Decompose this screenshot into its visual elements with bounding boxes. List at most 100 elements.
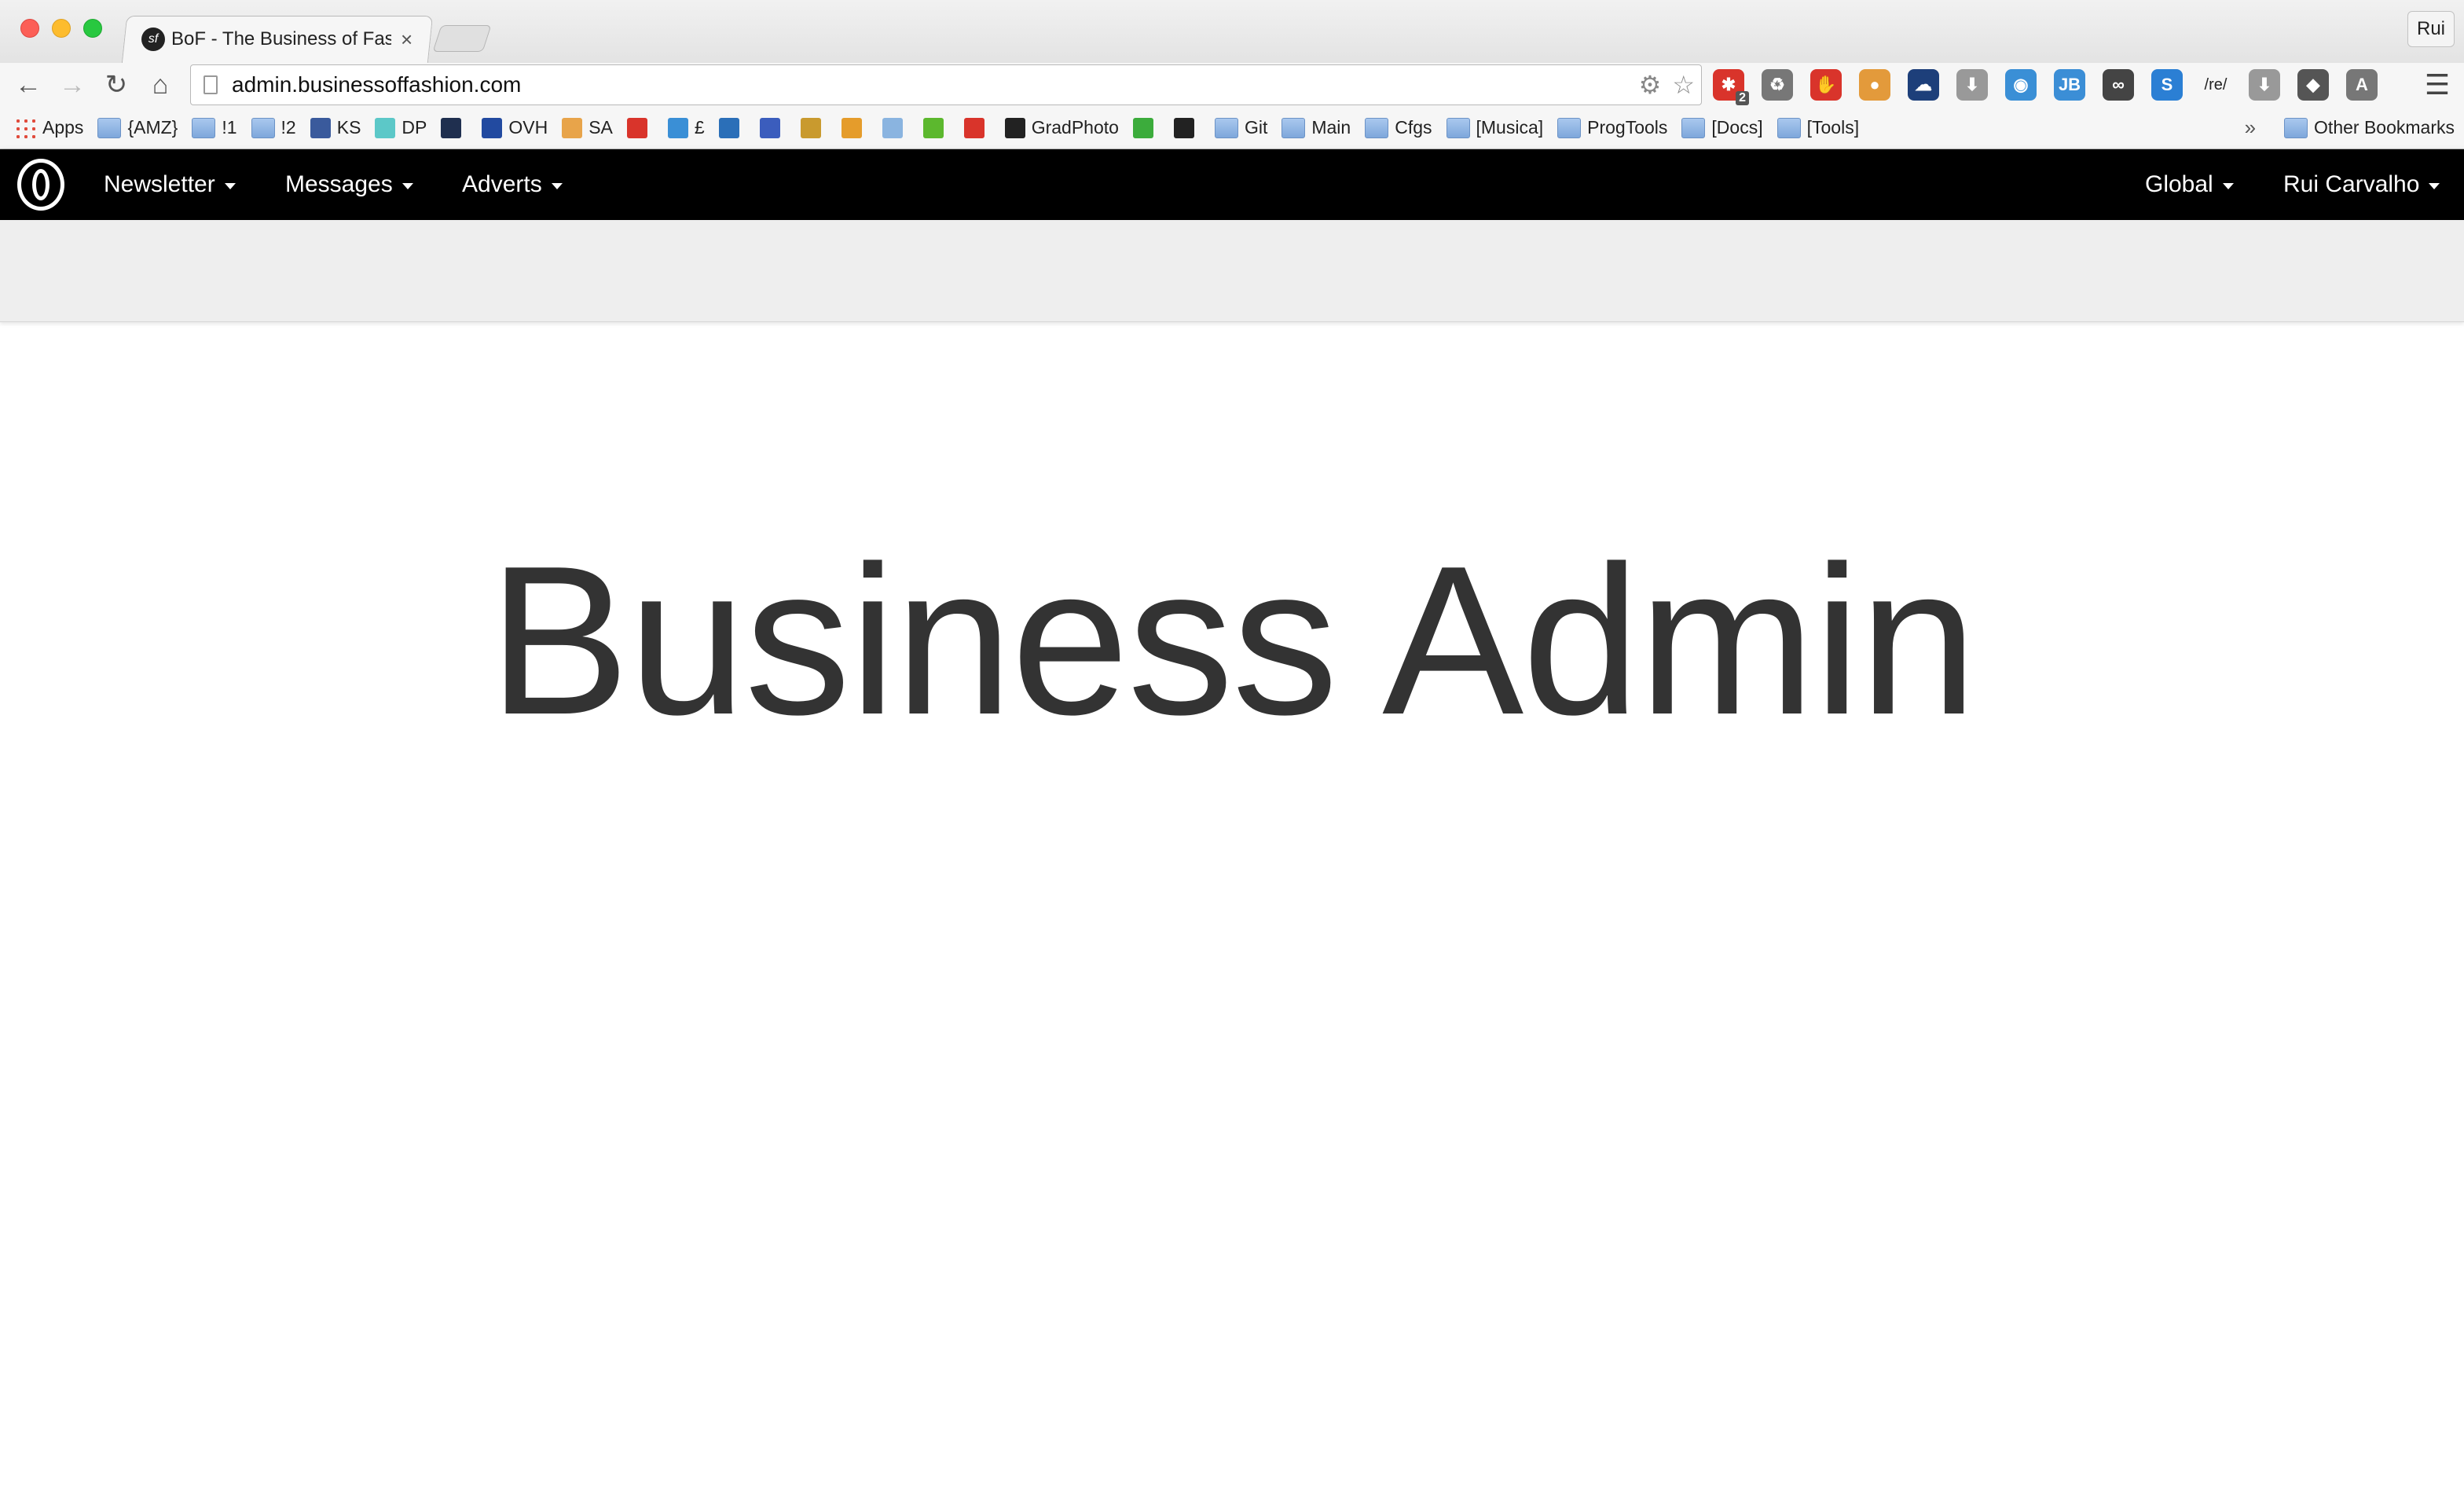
site-favicon-icon [482, 117, 503, 138]
other-bookmarks-folder[interactable]: Other Bookmarks [2284, 117, 2455, 138]
browser-tab-content[interactable]: sf BoF - The Business of Fashion × [135, 16, 426, 63]
folder-icon [1282, 117, 1306, 138]
gear-icon[interactable]: ⚙ [1639, 70, 1662, 100]
bookmark-label: DP [402, 117, 427, 138]
bookmark-site-14[interactable] [841, 117, 868, 138]
site-favicon-icon [562, 117, 583, 138]
folder-icon [192, 117, 216, 138]
bookmark-site-16[interactable] [922, 117, 950, 138]
bookmark-2[interactable]: !2 [251, 117, 296, 138]
cookie-extension-icon[interactable]: ● [1859, 69, 1890, 101]
bookmark-site-11[interactable] [718, 117, 746, 138]
cloud-extension-icon[interactable]: ☁ [1908, 69, 1939, 101]
mask-extension-icon[interactable]: ∞ [2103, 69, 2134, 101]
bookmark-label: GradPhoto [1031, 117, 1119, 138]
bookmark-sa[interactable]: SA [562, 117, 613, 138]
bookmark-label: SA [588, 117, 613, 138]
recycle-extension-icon[interactable]: ♻ [1762, 69, 1793, 101]
nav-global-dropdown[interactable]: Global [2145, 149, 2234, 220]
site-favicon-icon [667, 117, 688, 138]
extension-badge: 2 [1736, 91, 1749, 105]
jb-extension-icon[interactable]: JB [2054, 69, 2085, 101]
regex-extension-icon[interactable]: /re/ [2200, 69, 2231, 101]
new-tab-button[interactable] [432, 25, 492, 52]
nav-messages-dropdown[interactable]: Messages [285, 149, 413, 220]
bookmark-progtools[interactable]: ProgTools [1557, 117, 1667, 138]
bookmark-apps[interactable]: Apps [14, 116, 84, 139]
bookmark-cfgs[interactable]: Cfgs [1365, 117, 1432, 138]
home-icon[interactable]: ⌂ [141, 66, 179, 104]
lastpass-extension-icon[interactable]: ✱ 2 [1713, 69, 1749, 105]
bookmark-main[interactable]: Main [1282, 117, 1351, 138]
bookmark-site-6[interactable] [441, 117, 468, 138]
angular-extension-icon[interactable]: A [2346, 69, 2378, 101]
bookmark-amz[interactable]: {AMZ} [97, 117, 178, 138]
bookmark-git[interactable]: Git [1214, 117, 1267, 138]
bookmark-dp[interactable]: DP [375, 117, 427, 138]
nav-newsletter-dropdown[interactable]: Newsletter [104, 149, 236, 220]
address-bar[interactable]: admin.businessoffashion.com ⚙ ☆ [190, 64, 1702, 105]
profile-button[interactable]: Rui [2407, 11, 2455, 47]
url-text[interactable]: admin.businessoffashion.com [232, 72, 521, 97]
bookmarks-overflow-icon[interactable]: » [2245, 116, 2256, 140]
forward-arrow-icon[interactable]: → [53, 66, 91, 104]
bookmark-label: Cfgs [1395, 117, 1432, 138]
bookmark-site-13[interactable] [800, 117, 827, 138]
folder-icon [1681, 117, 1706, 138]
star-icon[interactable]: ☆ [1672, 70, 1695, 100]
bookmark-docs[interactable]: [Docs] [1681, 117, 1763, 138]
nav-adverts-label: Adverts [462, 171, 542, 197]
bookmarks-bar: Apps {AMZ} !1 !2 KS DP OVH SA £ GradPhoto Git Main C… [0, 107, 2464, 149]
bookmark-site-19[interactable] [1132, 117, 1160, 138]
tab-title: BoF - The Business of Fashion [171, 28, 391, 50]
tab-close-icon[interactable]: × [401, 28, 412, 52]
hamburger-menu-icon[interactable]: ☰ [2418, 66, 2456, 104]
pocket-extension-icon[interactable]: ◆ [2297, 69, 2329, 101]
site-favicon-icon [759, 117, 780, 138]
nav-user-label: Rui Carvalho [2283, 171, 2420, 197]
bookmark-gradphoto[interactable]: GradPhoto [1004, 117, 1119, 138]
bookmark-musica[interactable]: [Musica] [1446, 117, 1544, 138]
bookmark-label: !1 [222, 117, 237, 138]
site-favicon-icon [718, 117, 739, 138]
bookmark-site-17[interactable] [963, 117, 991, 138]
bookmark-site-15[interactable] [882, 117, 909, 138]
nav-user-dropdown[interactable]: Rui Carvalho [2283, 149, 2440, 220]
browser-chrome: sf BoF - The Business of Fashion × Rui ←… [0, 0, 2464, 149]
nav-adverts-dropdown[interactable]: Adverts [462, 149, 563, 220]
site-favicon-icon [441, 117, 462, 138]
bof-logo-icon[interactable] [17, 159, 64, 211]
bookmark-label: !2 [280, 117, 296, 138]
bookmark-label: Apps [42, 117, 84, 138]
site-favicon-icon [841, 117, 862, 138]
bookmark-label: £ [694, 117, 705, 138]
site-favicon-icon [310, 117, 331, 138]
bookmark-label: [Musica] [1476, 117, 1544, 138]
site-favicon-icon [1132, 117, 1153, 138]
s-extension-icon[interactable]: S [2151, 69, 2183, 101]
bookmark-site-12[interactable] [759, 117, 786, 138]
bookmark-site-9[interactable] [626, 117, 654, 138]
zoom-window-button[interactable] [83, 19, 102, 38]
page-heading: Business Admin [488, 522, 1978, 759]
minimize-window-button[interactable] [52, 19, 71, 38]
caret-down-icon [402, 183, 413, 189]
bookmark-site-20[interactable] [1173, 117, 1201, 138]
close-window-button[interactable] [20, 19, 39, 38]
site-favicon-icon [1173, 117, 1194, 138]
reload-icon[interactable]: ↻ [97, 66, 135, 104]
download-extension-icon[interactable]: ⬇ [1956, 69, 1988, 101]
other-bookmarks-label: Other Bookmarks [2314, 117, 2455, 138]
hand-stop-extension-icon[interactable]: ✋ [1810, 69, 1842, 101]
bookmark-item-10[interactable]: £ [667, 117, 705, 138]
globe-extension-icon[interactable]: ◉ [2005, 69, 2037, 101]
browser-toolbar: ← → ↻ ⌂ admin.businessoffashion.com ⚙ ☆ … [0, 63, 2464, 107]
bookmark-ks[interactable]: KS [310, 117, 361, 138]
download2-extension-icon[interactable]: ⬇ [2249, 69, 2280, 101]
bookmark-ovh[interactable]: OVH [482, 117, 548, 138]
bookmark-label: OVH [508, 117, 548, 138]
bookmark-1[interactable]: !1 [192, 117, 237, 138]
back-arrow-icon[interactable]: ← [9, 66, 47, 104]
site-favicon-icon [1004, 117, 1025, 138]
bookmark-tools[interactable]: [Tools] [1776, 117, 1859, 138]
